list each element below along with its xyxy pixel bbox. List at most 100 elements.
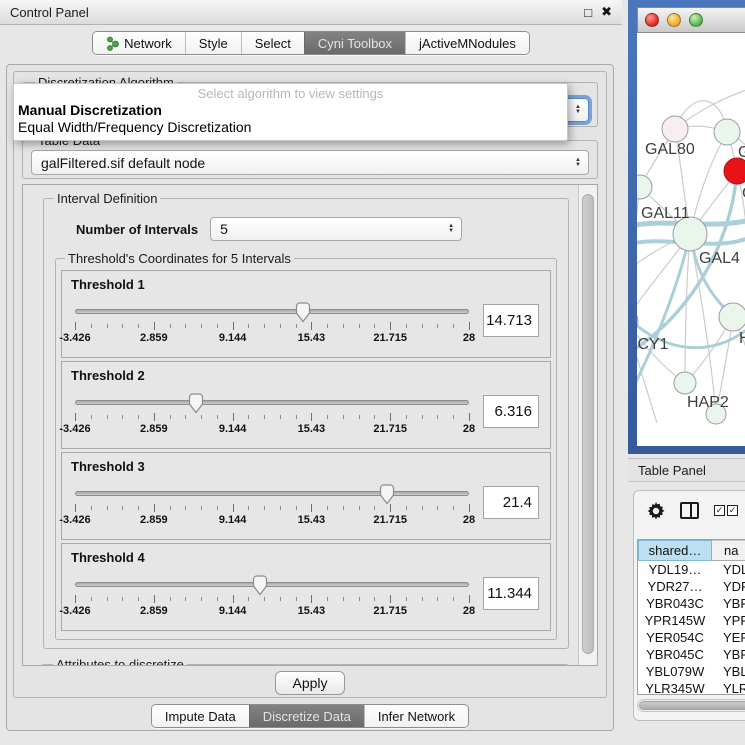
tick-mark — [469, 504, 470, 512]
popup-option-manual-discretization[interactable]: Manual Discretization — [14, 102, 567, 119]
discretize-settings-panel: Discretization Algorithm ▲▼ Table Data g… — [13, 71, 607, 698]
panel-scrollbar-thumb[interactable] — [582, 194, 594, 654]
tick-mark — [264, 506, 265, 510]
table-hscrollbar-thumb[interactable] — [639, 701, 745, 710]
network-canvas[interactable]: GAL80GACGAL11GAL4GCY1HHAP2 — [637, 33, 745, 446]
table-row[interactable]: YDR27…YDR2 — [638, 578, 745, 595]
slider-track[interactable] — [75, 400, 469, 405]
table-row[interactable]: YDL19…YDL1 — [638, 561, 745, 578]
table-panel-card: ✓ ✓ shared… na YDL19…YDL1YDR27…YDR2YBR04… — [633, 490, 745, 721]
tick-mark — [280, 324, 281, 328]
table-row[interactable]: YBR045CYBR0 — [638, 646, 745, 663]
panel-scrollbar[interactable] — [578, 185, 597, 665]
tab-network[interactable]: Network — [93, 32, 185, 54]
column-layout-icon[interactable] — [680, 502, 699, 519]
slider-thumb[interactable] — [187, 393, 205, 414]
tick-mark — [170, 415, 171, 419]
apply-button[interactable]: Apply — [275, 671, 344, 695]
tick-mark — [311, 504, 312, 512]
node-attribute-table[interactable]: shared… na YDL19…YDL1YDR27…YDR2YBR043CYB… — [637, 539, 745, 695]
tick-mark — [233, 595, 234, 603]
mac-zoom-icon[interactable] — [689, 13, 703, 27]
gear-icon[interactable] — [647, 502, 665, 520]
tab-style[interactable]: Style — [185, 32, 241, 54]
mac-minimize-icon[interactable] — [667, 13, 681, 27]
close-icon[interactable]: ✖ — [601, 4, 612, 20]
network-node[interactable] — [673, 217, 707, 251]
tick-label: 2.859 — [140, 423, 168, 435]
tick-mark — [154, 504, 155, 512]
number-of-intervals-label: Number of Intervals — [76, 222, 198, 237]
tick-mark — [280, 506, 281, 510]
tick-mark — [75, 413, 76, 421]
tick-mark — [469, 595, 470, 603]
mac-close-icon[interactable] — [645, 13, 659, 27]
cell-name: YBR0 — [712, 647, 745, 662]
slider-track[interactable] — [75, 309, 469, 314]
dropdown-hint: Select algorithm to view settings — [14, 86, 567, 102]
threshold-4-panel: Threshold 4-3.4262.8599.14415.4321.71528… — [61, 543, 551, 631]
tick-label: 9.144 — [219, 514, 247, 526]
column-header-name[interactable]: na — [712, 540, 745, 561]
tick-mark — [469, 322, 470, 330]
network-view-window[interactable]: GAL80GACGAL11GAL4GCY1HHAP2 — [628, 0, 745, 454]
slider-thumb[interactable] — [378, 484, 396, 505]
tab-discretize-data[interactable]: Discretize Data — [249, 705, 364, 727]
tab-select[interactable]: Select — [241, 32, 304, 54]
network-node[interactable] — [719, 303, 745, 331]
threshold-slider[interactable]: -3.4262.8599.14415.4321.71528 — [73, 579, 471, 621]
tick-mark — [75, 504, 76, 512]
slider-thumb[interactable] — [251, 575, 269, 596]
table-row[interactable]: YPR145WYPR1 — [638, 612, 745, 629]
table-row[interactable]: YBR043CYBR0 — [638, 595, 745, 612]
table-horizontal-scrollbar[interactable] — [637, 699, 745, 712]
threshold-value-field[interactable]: 21.4 — [483, 486, 539, 519]
network-node[interactable] — [637, 309, 638, 333]
table-data-combobox[interactable]: galFiltered.sif default node ▲▼ — [31, 150, 589, 175]
tick-mark — [185, 506, 186, 510]
select-columns-icon[interactable]: ✓ ✓ — [714, 505, 738, 516]
tick-mark — [327, 415, 328, 419]
tab-jactivemnodules[interactable]: jActiveMNodules — [405, 32, 529, 54]
network-node[interactable] — [674, 372, 696, 394]
float-window-icon[interactable]: □ — [584, 5, 592, 20]
slider-track[interactable] — [75, 582, 469, 587]
tick-mark — [264, 415, 265, 419]
cell-shared-name: YBL079W — [638, 664, 712, 679]
thresholds-group-title: Threshold's Coordinates for 5 Intervals — [65, 251, 294, 266]
tick-mark — [91, 597, 92, 601]
column-header-shared-name[interactable]: shared… — [638, 540, 712, 561]
network-node[interactable] — [662, 116, 688, 142]
tick-mark — [327, 506, 328, 510]
tick-mark — [296, 415, 297, 419]
tick-mark — [107, 597, 108, 601]
tick-mark — [122, 506, 123, 510]
threshold-value-field[interactable]: 14.713 — [483, 304, 539, 337]
tab-cyni-toolbox[interactable]: Cyni Toolbox — [304, 32, 405, 54]
node-label: GAL11 — [641, 205, 690, 222]
threshold-value-field[interactable]: 11.344 — [483, 577, 539, 610]
tab-infer-network[interactable]: Infer Network — [364, 705, 468, 727]
thresholds-groupbox: Threshold's Coordinates for 5 Intervals … — [55, 251, 557, 640]
tab-impute-data[interactable]: Impute Data — [152, 705, 249, 727]
table-data-combobox-value: galFiltered.sif default node — [41, 155, 205, 171]
table-row[interactable]: YLR345WYLR3 — [638, 680, 745, 695]
table-row[interactable]: YBL079WYBL0 — [638, 663, 745, 680]
network-node[interactable] — [714, 119, 740, 145]
tick-mark — [327, 597, 328, 601]
slider-thumb[interactable] — [294, 302, 312, 323]
tick-mark — [248, 597, 249, 601]
tick-mark — [374, 324, 375, 328]
table-row[interactable]: YER054CYER0 — [638, 629, 745, 646]
threshold-slider[interactable]: -3.4262.8599.14415.4321.71528 — [73, 306, 471, 348]
popup-option-equal-width-frequency-discretization[interactable]: Equal Width/Frequency Discretization — [14, 119, 567, 136]
slider-track[interactable] — [75, 491, 469, 496]
right-column: GAL80GACGAL11GAL4GCY1HHAP2 Table Panel ✓… — [628, 0, 745, 745]
tick-mark — [311, 595, 312, 603]
threshold-slider[interactable]: -3.4262.8599.14415.4321.71528 — [73, 488, 471, 530]
threshold-slider[interactable]: -3.4262.8599.14415.4321.71528 — [73, 397, 471, 439]
tick-mark — [75, 595, 76, 603]
number-of-intervals-combobox[interactable]: 5 ▲▼ — [210, 217, 462, 241]
threshold-value-field[interactable]: 6.316 — [483, 395, 539, 428]
network-node[interactable] — [724, 158, 745, 184]
